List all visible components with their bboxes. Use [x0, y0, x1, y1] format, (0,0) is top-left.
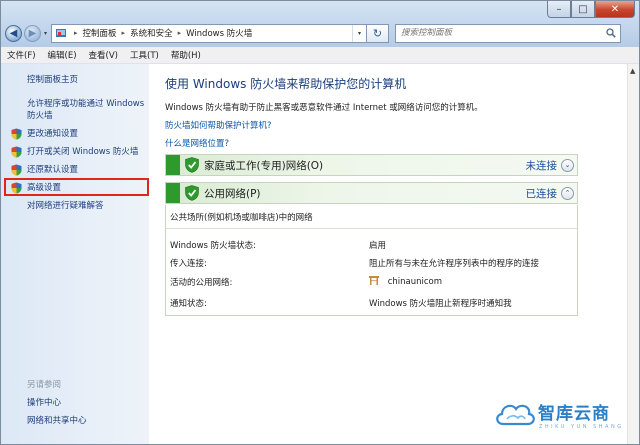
- sidebar-item-restore-defaults[interactable]: 还原默认设置: [11, 164, 79, 176]
- detail-value: Windows 防火墙阻止新程序时通知我: [369, 299, 512, 309]
- minimize-button[interactable]: –: [547, 1, 571, 18]
- page-title: 使用 Windows 防火墙来帮助保护您的计算机: [165, 77, 407, 91]
- back-button[interactable]: ◀: [5, 24, 22, 42]
- sidebar-item-allow-programs[interactable]: 允许程序或功能通过 Windows 防火墙: [27, 98, 147, 122]
- address-dropdown[interactable]: ▾: [352, 24, 366, 42]
- watermark-subtitle: ZHIKU YUN SHANG: [539, 424, 624, 430]
- maximize-button[interactable]: □: [571, 1, 595, 18]
- menu-bar: 文件(F) 编辑(E) 查看(V) 工具(T) 帮助(H): [1, 47, 639, 64]
- breadcrumb-control-panel[interactable]: 控制面板: [83, 27, 117, 39]
- collapse-chevron-icon[interactable]: ⌃: [561, 186, 574, 200]
- vertical-scrollbar[interactable]: ▲: [627, 64, 639, 444]
- search-icon[interactable]: [606, 28, 616, 38]
- network-name: 公用网络(P): [204, 187, 261, 200]
- detail-value-network: chinaunicom: [369, 276, 442, 287]
- network-summary: 公共场所(例如机场或咖啡店)中的网络: [170, 213, 313, 223]
- menu-edit[interactable]: 编辑(E): [48, 49, 77, 61]
- breadcrumb-separator: ▸: [74, 29, 78, 37]
- public-network-icon: [369, 276, 379, 285]
- recent-pages-dropdown[interactable]: ▾: [44, 30, 47, 37]
- network-status: 已连接: [525, 187, 558, 200]
- network-bar-private[interactable]: 家庭或工作(专用)网络(O) 未连接 ⌄: [165, 154, 578, 176]
- highlight-box: [4, 178, 149, 196]
- search-input[interactable]: [401, 28, 592, 38]
- status-strip: [166, 183, 180, 203]
- uac-shield-icon: [11, 128, 22, 140]
- address-bar[interactable]: ▸ 控制面板 ▸ 系统和安全 ▸ Windows 防火墙 ▾: [51, 23, 368, 43]
- detail-key: 通知状态:: [170, 299, 207, 309]
- firewall-window: – □ ✕ ◀ ▶ ▾ ▸ 控制面板 ▸ 系统和安全 ▸ Windows 防火墙…: [0, 0, 640, 445]
- menu-file[interactable]: 文件(F): [7, 49, 36, 61]
- content-area: 控制面板主页 允许程序或功能通过 Windows 防火墙 更改通知设置 打开或关…: [1, 64, 639, 444]
- detail-value: 启用: [369, 241, 387, 251]
- breadcrumb-system-security[interactable]: 系统和安全: [130, 27, 173, 39]
- sidebar-home-link[interactable]: 控制面板主页: [27, 73, 78, 85]
- uac-shield-icon: [11, 164, 22, 176]
- active-network-name: chinaunicom: [387, 277, 443, 287]
- breadcrumb-firewall[interactable]: Windows 防火墙: [186, 27, 352, 39]
- sidebar-item-label: 打开或关闭 Windows 防火墙: [27, 147, 139, 157]
- network-name: 家庭或工作(专用)网络(O): [204, 159, 324, 172]
- main-pane: 使用 Windows 防火墙来帮助保护您的计算机 Windows 防火墙有助于防…: [149, 64, 627, 444]
- green-shield-check-icon: [185, 157, 199, 173]
- divider: [166, 228, 577, 229]
- refresh-button[interactable]: ↻: [367, 23, 390, 43]
- cloud-logo-icon: [496, 404, 535, 426]
- window-buttons: – □ ✕: [547, 1, 635, 18]
- uac-shield-icon: [11, 146, 22, 158]
- title-bar: – □ ✕ ◀ ▶ ▾ ▸ 控制面板 ▸ 系统和安全 ▸ Windows 防火墙…: [1, 1, 639, 47]
- detail-key: 传入连接:: [170, 259, 207, 269]
- expand-chevron-icon[interactable]: ⌄: [561, 158, 574, 172]
- help-link-how-firewall[interactable]: 防火墙如何帮助保护计算机?: [165, 119, 272, 131]
- help-link-network-location[interactable]: 什么是网络位置?: [165, 137, 229, 149]
- sidebar-link-action-center[interactable]: 操作中心: [27, 396, 61, 408]
- status-strip: [166, 155, 180, 175]
- sidebar-item-toggle-firewall[interactable]: 打开或关闭 Windows 防火墙: [11, 146, 139, 158]
- page-description: Windows 防火墙有助于防止黑客或恶意软件通过 Internet 或网络访问…: [165, 103, 483, 113]
- sidebar: 控制面板主页 允许程序或功能通过 Windows 防火墙 更改通知设置 打开或关…: [1, 64, 149, 444]
- detail-value: 阻止所有与未在允许程序列表中的程序的连接: [369, 259, 540, 269]
- network-bar-public[interactable]: 公用网络(P) 已连接 ⌃: [165, 182, 578, 204]
- green-shield-check-icon: [185, 185, 199, 201]
- sidebar-item-troubleshoot[interactable]: 对网络进行疑难解答: [27, 200, 104, 212]
- forward-button[interactable]: ▶: [24, 24, 41, 42]
- scroll-up-icon[interactable]: ▲: [630, 67, 635, 75]
- breadcrumb-separator: ▸: [121, 29, 126, 37]
- search-box[interactable]: [395, 23, 622, 43]
- menu-view[interactable]: 查看(V): [89, 49, 118, 61]
- close-button[interactable]: ✕: [595, 1, 635, 18]
- navigation-row: ◀ ▶ ▾ ▸ 控制面板 ▸ 系统和安全 ▸ Windows 防火墙 ▾ ↻: [5, 23, 635, 43]
- see-also-heading: 另请参阅: [27, 380, 62, 390]
- detail-key: Windows 防火墙状态:: [170, 241, 257, 251]
- breadcrumb-separator: ▸: [177, 29, 182, 37]
- detail-key: 活动的公用网络:: [170, 278, 233, 288]
- network-status: 未连接: [525, 159, 558, 172]
- watermark: 智库云商 ZHIKU YUN SHANG: [491, 394, 631, 439]
- public-network-details: 公共场所(例如机场或咖啡店)中的网络 Windows 防火墙状态: 启用 传入连…: [165, 205, 578, 316]
- sidebar-item-label: 还原默认设置: [27, 165, 79, 175]
- menu-tools[interactable]: 工具(T): [130, 49, 159, 61]
- watermark-title: 智库云商: [538, 404, 610, 424]
- control-panel-icon: [56, 29, 67, 37]
- sidebar-item-notification-settings[interactable]: 更改通知设置: [11, 128, 79, 140]
- menu-help[interactable]: 帮助(H): [171, 49, 201, 61]
- sidebar-link-network-sharing[interactable]: 网络和共享中心: [27, 414, 87, 426]
- sidebar-item-label: 更改通知设置: [27, 129, 79, 139]
